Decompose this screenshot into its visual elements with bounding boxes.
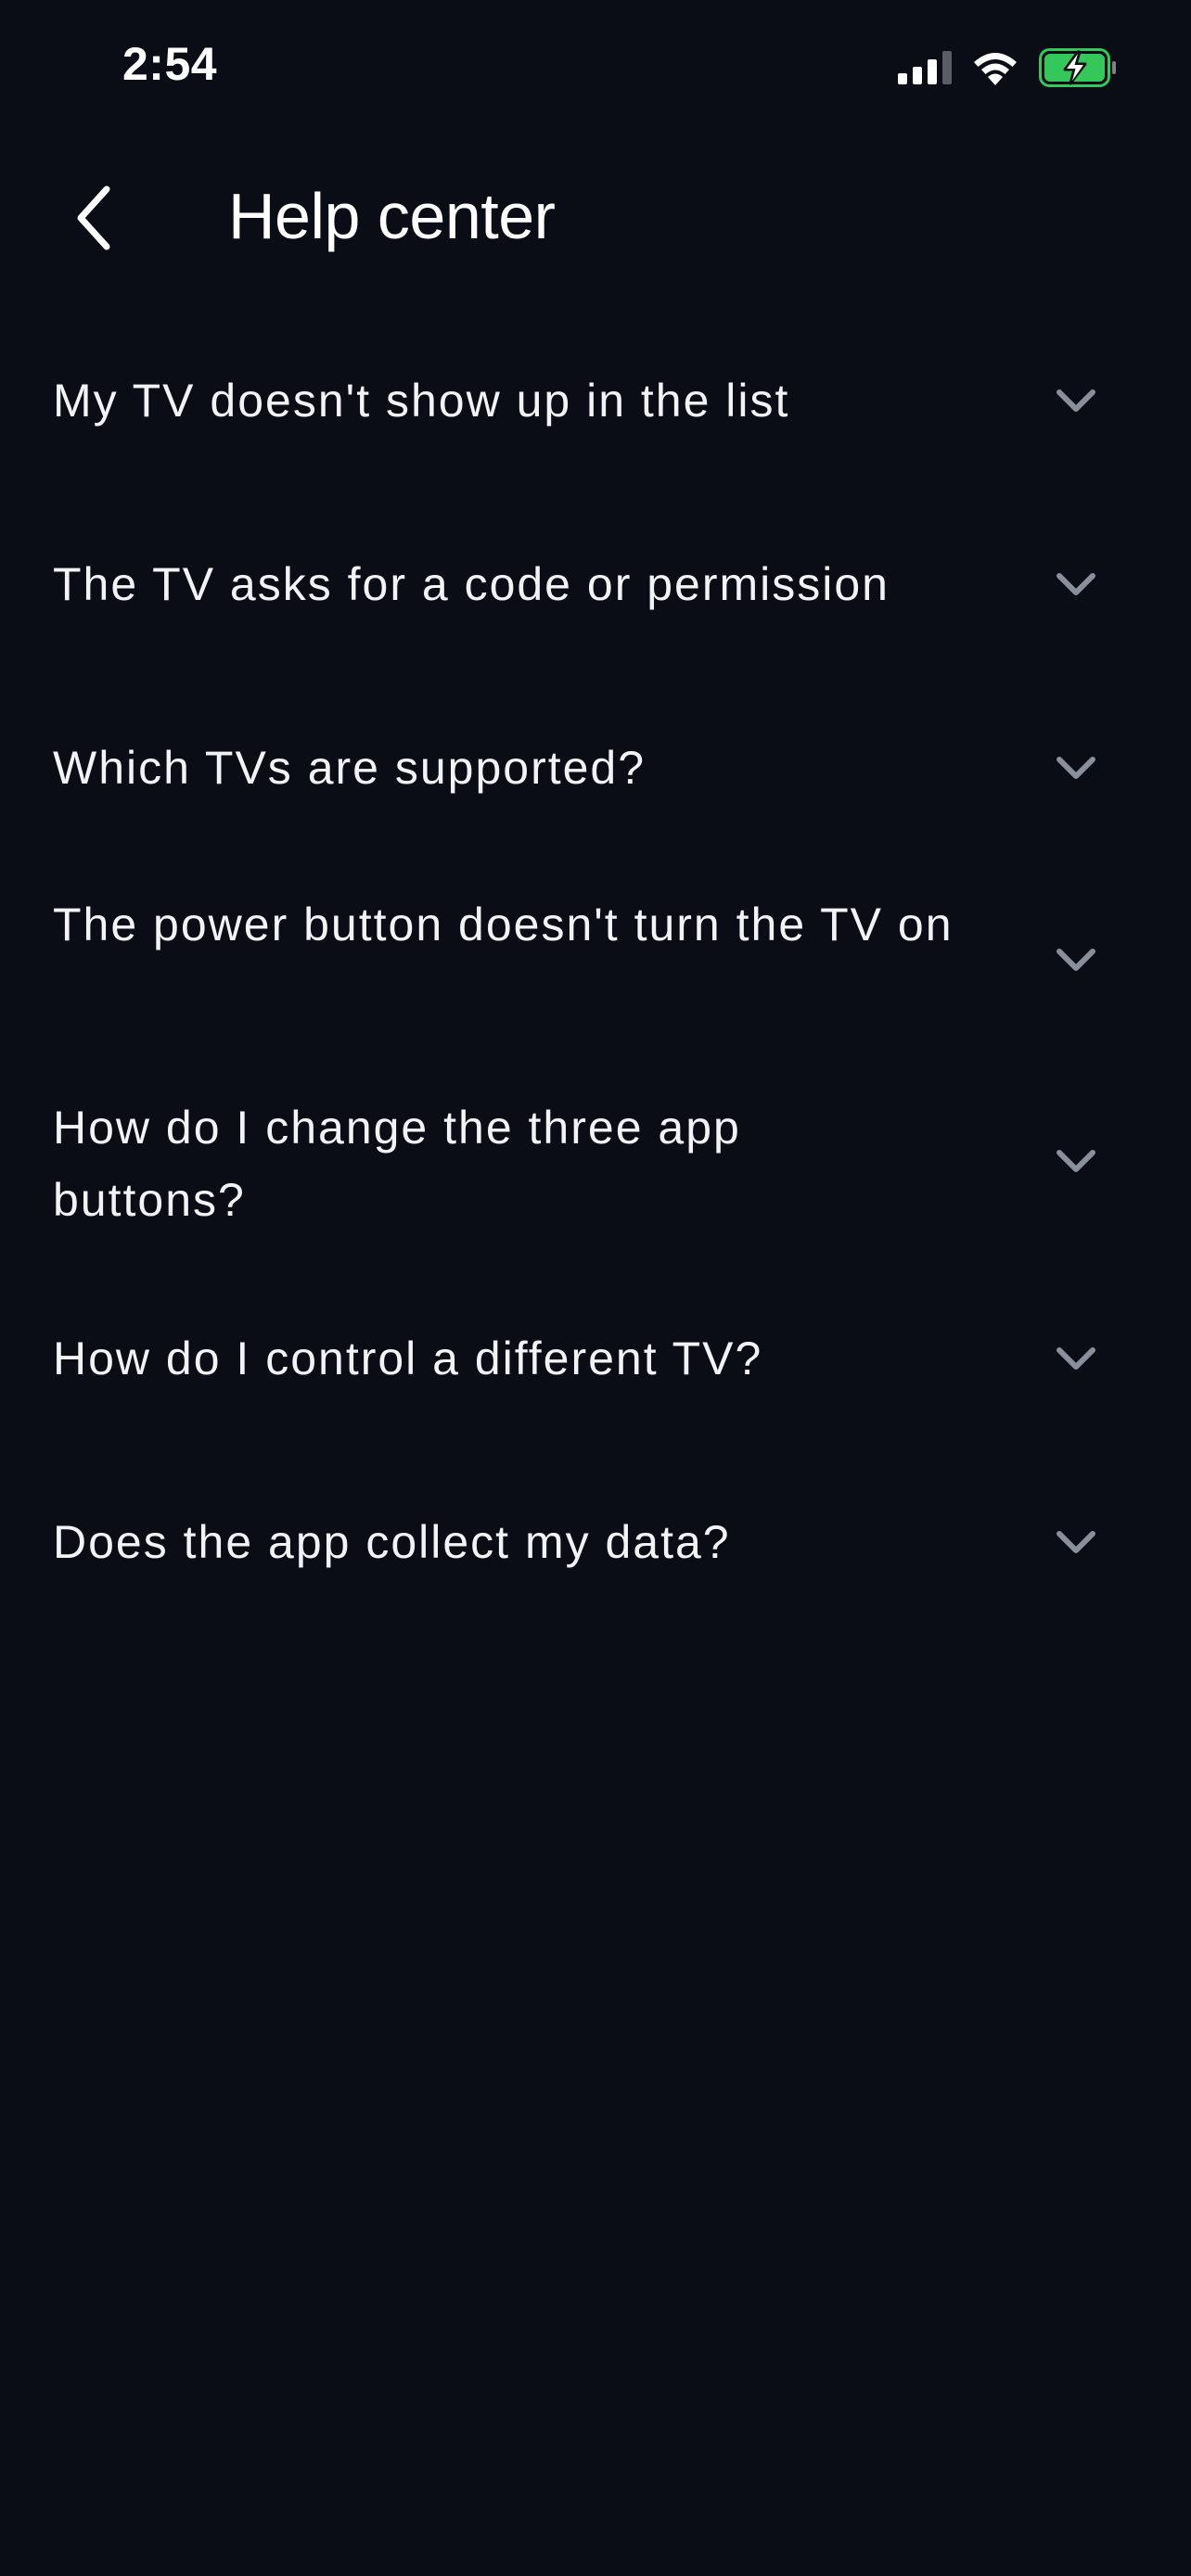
faq-question: My TV doesn't show up in the list (53, 375, 790, 427)
page-title: Help center (228, 180, 556, 252)
battery-charging-icon (1039, 48, 1116, 87)
status-time: 2:54 (122, 38, 218, 90)
faq-question: The power button doesn't turn the TV on (53, 899, 954, 950)
wifi-icon (974, 53, 1017, 85)
header: Help center (0, 167, 1191, 269)
status-icons (898, 45, 1117, 91)
faq-question: The TV asks for a code or permission (53, 558, 890, 610)
faq-question: Does the app collect my data? (53, 1516, 731, 1568)
chevron-down-icon (1057, 757, 1095, 779)
faq-item[interactable]: How do I change the three app buttons? (0, 1091, 1191, 1240)
faq-item[interactable]: Which TVs are supported? (0, 724, 1191, 835)
chevron-down-icon (1057, 1347, 1095, 1370)
faq-question: Which TVs are supported? (53, 742, 647, 794)
faq-question: How do I control a different TV? (53, 1333, 763, 1384)
chevron-down-icon (1057, 1531, 1095, 1553)
faq-item[interactable]: The TV asks for a code or permission (0, 541, 1191, 652)
chevron-down-icon (1057, 1150, 1095, 1172)
faq-question: How do I change the three app buttons? (53, 1102, 741, 1226)
faq-item[interactable]: My TV doesn't show up in the list (0, 357, 1191, 468)
chevron-left-icon (77, 185, 110, 250)
chevron-down-icon (1057, 573, 1095, 595)
chevron-down-icon (1057, 389, 1095, 412)
faq-item[interactable]: Does the app collect my data? (0, 1498, 1191, 1610)
status-bar: 2:54 (0, 0, 1191, 139)
back-button[interactable] (52, 176, 135, 260)
cellular-signal-icon (898, 51, 952, 84)
faq-item[interactable]: How do I control a different TV? (0, 1315, 1191, 1426)
chevron-down-icon (1057, 949, 1095, 971)
faq-item[interactable]: The power button doesn't turn the TV on (0, 888, 1191, 1037)
